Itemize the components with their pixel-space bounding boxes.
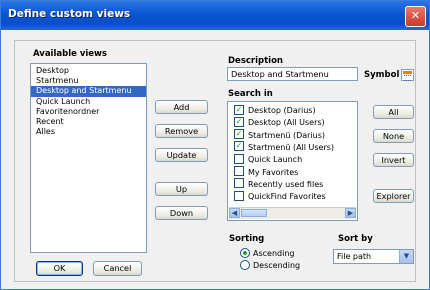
description-label: Description	[228, 56, 283, 66]
all-button[interactable]: All	[373, 105, 414, 119]
available-views-list[interactable]: Desktop Startmenu Desktop and Startmenu Qui…	[30, 63, 147, 253]
sort-by-select[interactable]: File path ▼	[333, 249, 414, 264]
list-item[interactable]: Quick Launch	[31, 97, 146, 107]
description-field[interactable]: Desktop and Startmenu	[227, 67, 358, 81]
checkbox-unchecked-icon[interactable]	[234, 153, 244, 164]
list-item[interactable]: Desktop and Startmenu	[31, 86, 146, 97]
up-button[interactable]: Up	[155, 182, 208, 196]
invert-button[interactable]: Invert	[373, 153, 414, 167]
search-location-item[interactable]: ✓ Startmenü (All Users)	[234, 141, 335, 153]
checkbox-unchecked-icon[interactable]	[234, 166, 244, 176]
scroll-left-arrow-icon[interactable]: ◀	[229, 208, 240, 218]
checkbox-unchecked-icon[interactable]	[234, 190, 244, 201]
sort-ascending-radio[interactable]: Ascending	[240, 247, 295, 259]
descending-label: Descending	[253, 261, 301, 270]
ok-button[interactable]: OK	[36, 261, 83, 276]
search-location-label: Quick Launch	[248, 155, 303, 165]
checkbox-unchecked-icon[interactable]	[234, 178, 244, 189]
search-in-label: Search in	[228, 89, 273, 99]
radio-selected-icon[interactable]	[240, 247, 250, 258]
sort-by-value: File path	[337, 252, 372, 261]
search-location-label: Recently used files	[248, 179, 324, 189]
symbol-label: Symbol	[364, 70, 400, 80]
none-button[interactable]: None	[373, 129, 414, 143]
search-location-label: Startmenü (All Users)	[248, 142, 335, 152]
checkbox-checked-icon[interactable]: ✓	[234, 141, 244, 152]
search-location-item[interactable]: ✓ Desktop (All Users)	[234, 116, 325, 128]
search-location-item[interactable]: Recently used files	[234, 178, 324, 190]
list-item[interactable]: Desktop	[31, 66, 146, 76]
list-item[interactable]: Favoritenordner	[31, 107, 146, 117]
remove-button[interactable]: Remove	[155, 124, 208, 138]
search-location-label: Desktop (All Users)	[248, 118, 325, 128]
search-location-label: Startmenü (Darius)	[248, 130, 325, 140]
search-in-list[interactable]: QuickFind Favorites Recently used files My…	[227, 101, 358, 221]
title-bar[interactable]: Define custom views ✕	[1, 1, 429, 30]
list-item[interactable]: Alles	[31, 127, 146, 137]
horizontal-scrollbar[interactable]: ◀ ▶	[229, 207, 356, 219]
scroll-right-arrow-icon[interactable]: ▶	[345, 208, 356, 218]
list-item[interactable]: Startmenu	[31, 76, 146, 86]
search-location-label: Desktop (Darius)	[248, 106, 316, 115]
list-item[interactable]: Recent	[31, 117, 146, 127]
calendar-icon[interactable]	[401, 69, 414, 81]
scrollbar-thumb[interactable]	[241, 209, 267, 217]
close-button[interactable]: ✕	[405, 6, 426, 27]
explorer-button[interactable]: Explorer	[373, 189, 414, 203]
sort-by-label: Sort by	[338, 234, 373, 244]
checkbox-checked-icon[interactable]: ✓	[234, 116, 244, 127]
add-button[interactable]: Add	[155, 100, 208, 114]
radio-unselected-icon[interactable]	[240, 259, 250, 270]
window-title: Define custom views	[8, 8, 131, 20]
checkbox-checked-icon[interactable]: ✓	[234, 129, 244, 140]
cancel-button[interactable]: Cancel	[93, 261, 142, 276]
sorting-label: Sorting	[229, 234, 265, 244]
search-location-item[interactable]: ✓ Startmenü (Darius)	[234, 129, 325, 141]
chevron-down-icon[interactable]: ▼	[399, 250, 413, 263]
search-location-item[interactable]: ✓ Desktop (Darius)	[234, 104, 316, 116]
search-location-label: My Favorites	[248, 167, 299, 177]
search-location-item[interactable]: QuickFind Favorites	[234, 190, 326, 202]
search-location-label: QuickFind Favorites	[248, 192, 326, 202]
update-button[interactable]: Update	[155, 148, 208, 162]
search-location-item[interactable]: My Favorites	[234, 166, 299, 178]
sort-descending-radio[interactable]: Descending	[240, 259, 301, 271]
search-location-item[interactable]: Quick Launch	[234, 153, 303, 165]
checkbox-checked-icon[interactable]: ✓	[234, 104, 244, 115]
down-button[interactable]: Down	[155, 206, 208, 220]
available-views-label: Available views	[33, 49, 107, 59]
ascending-label: Ascending	[253, 249, 295, 258]
